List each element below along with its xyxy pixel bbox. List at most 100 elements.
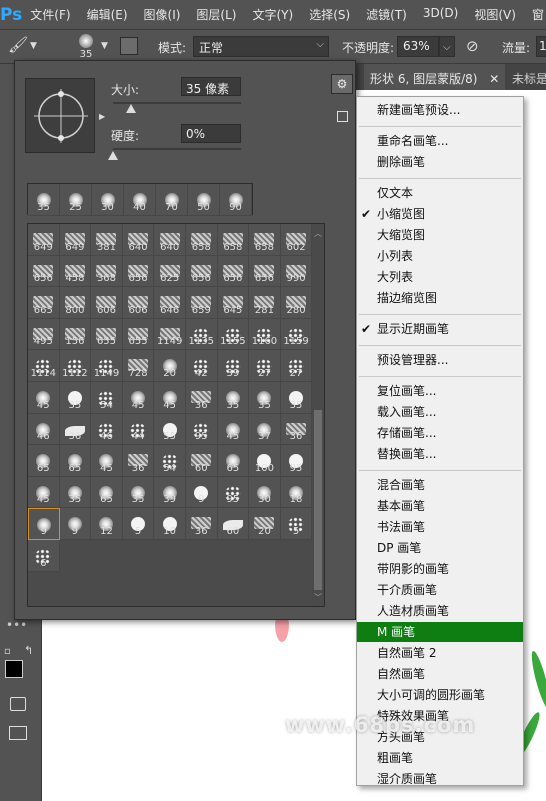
- brush-preset[interactable]: 45: [122, 381, 155, 414]
- brush-preset[interactable]: 5: [122, 508, 155, 540]
- brush-preset[interactable]: 45: [28, 381, 60, 414]
- brush-preset[interactable]: 39: [154, 476, 186, 509]
- menu-item[interactable]: 粗画笔: [357, 748, 523, 768]
- brush-preset[interactable]: 1149: [154, 318, 186, 351]
- menu-item[interactable]: ✔ 小缩览图: [357, 204, 523, 224]
- menu-item[interactable]: 仅文本: [357, 183, 523, 203]
- menu-4[interactable]: 文字(Y): [244, 6, 301, 23]
- size-input[interactable]: 35 像素: [181, 77, 241, 96]
- brush-preset[interactable]: 45: [91, 445, 123, 477]
- brush-preset[interactable]: 602: [280, 224, 313, 256]
- brush-preset[interactable]: 368: [91, 255, 123, 288]
- brush-preset[interactable]: 54: [91, 381, 123, 414]
- brush-preset[interactable]: 20: [249, 508, 281, 540]
- menu-item[interactable]: 重命名画笔...: [357, 131, 523, 151]
- brush-preset[interactable]: 35: [249, 381, 281, 414]
- brush-preset[interactable]: 46: [91, 413, 123, 446]
- brush-preset[interactable]: 458: [59, 255, 92, 288]
- brush-preset[interactable]: 606: [91, 287, 123, 319]
- close-icon[interactable]: ✕: [489, 72, 499, 86]
- menu-item[interactable]: ✔ 显示近期画笔: [357, 319, 523, 339]
- brush-preset[interactable]: 18: [280, 476, 313, 509]
- brush-preset[interactable]: 36: [280, 413, 313, 446]
- recent-brush[interactable]: 30: [92, 184, 124, 216]
- menu-5[interactable]: 选择(S): [301, 6, 358, 23]
- brush-preset[interactable]: 990: [280, 255, 313, 288]
- tab-current-document[interactable]: 形状 6, 图层蒙版/8) ✕: [364, 64, 506, 90]
- brush-preset[interactable]: 54: [154, 445, 186, 477]
- brush-preset[interactable]: 1149: [91, 350, 123, 382]
- brush-preset[interactable]: 728: [122, 350, 155, 382]
- menu-item[interactable]: 湿介质画笔: [357, 769, 523, 789]
- brush-preset[interactable]: 1112: [59, 350, 92, 382]
- brush-preset[interactable]: 30: [249, 476, 281, 509]
- brush-preset[interactable]: 655: [122, 318, 155, 351]
- hardness-slider-thumb[interactable]: [108, 151, 118, 160]
- scroll-thumb[interactable]: [314, 410, 322, 590]
- menu-7[interactable]: 3D(D): [415, 6, 466, 23]
- menu-item[interactable]: 大小可调的圆形画笔: [357, 685, 523, 705]
- brush-preset[interactable]: 649: [59, 224, 92, 256]
- brush-preset[interactable]: 645: [217, 287, 250, 319]
- menu-item[interactable]: 书法画笔: [357, 517, 523, 537]
- gear-icon[interactable]: ⚙: [331, 74, 353, 94]
- tool-preset-chevron-icon[interactable]: ▼: [30, 41, 37, 51]
- hardness-input[interactable]: 0%: [181, 124, 241, 143]
- brush-preset[interactable]: 10: [154, 508, 186, 540]
- brush-preset[interactable]: 65: [28, 445, 60, 477]
- brush-preset[interactable]: 1135: [185, 318, 218, 351]
- swap-colors-icon[interactable]: ↰: [24, 644, 33, 657]
- menu-item[interactable]: 基本画笔: [357, 496, 523, 516]
- menu-item[interactable]: DP 画笔: [357, 538, 523, 558]
- menu-item[interactable]: 替换画笔...: [357, 444, 523, 464]
- brush-preset[interactable]: 45: [217, 413, 250, 446]
- menu-8[interactable]: 视图(V): [466, 6, 524, 23]
- brush-preset[interactable]: 656: [28, 255, 60, 288]
- menu-item[interactable]: 描边缩览图: [357, 288, 523, 308]
- menu-1[interactable]: 编辑(E): [79, 6, 136, 23]
- brush-angle-preview[interactable]: [25, 78, 95, 153]
- brush-preset[interactable]: 42: [185, 350, 218, 382]
- brush-preset[interactable]: 281: [249, 287, 281, 319]
- new-preset-icon[interactable]: [337, 111, 348, 122]
- brush-preset[interactable]: 35: [59, 381, 92, 414]
- brush-preset[interactable]: 6: [28, 539, 60, 572]
- brush-preset[interactable]: 640: [154, 224, 186, 256]
- recent-brush[interactable]: 50: [188, 184, 220, 216]
- menu-item[interactable]: 新建画笔预设...: [357, 100, 523, 120]
- screen-mode-icon[interactable]: [9, 726, 27, 740]
- brush-preset[interactable]: 1155: [217, 318, 250, 351]
- menu-3[interactable]: 图层(L): [188, 6, 244, 23]
- brush-preset[interactable]: 35: [217, 381, 250, 414]
- flow-input[interactable]: 10: [536, 36, 546, 57]
- brush-preset[interactable]: 646: [154, 287, 186, 319]
- brush-preset[interactable]: 9: [28, 508, 60, 540]
- brush-preset[interactable]: 656: [185, 255, 218, 288]
- brush-preset[interactable]: 45: [154, 381, 186, 414]
- brush-panel-toggle-icon[interactable]: [120, 37, 138, 55]
- brush-preset[interactable]: 495: [28, 318, 60, 351]
- opacity-slider-button[interactable]: ⌵: [439, 36, 455, 57]
- menu-item[interactable]: 人造材质画笔: [357, 601, 523, 621]
- brush-preset[interactable]: 100: [249, 445, 281, 477]
- brush-preset[interactable]: 658: [249, 224, 281, 256]
- brush-preset[interactable]: 65: [59, 445, 92, 477]
- brush-preset[interactable]: 95: [185, 413, 218, 446]
- brush-preset[interactable]: 12: [91, 508, 123, 540]
- brush-preset[interactable]: 36: [59, 413, 92, 446]
- brush-preset[interactable]: 35: [59, 476, 92, 509]
- pressure-opacity-icon[interactable]: ⊘: [466, 37, 479, 55]
- recent-brush[interactable]: 70: [156, 184, 188, 216]
- brush-preset[interactable]: 656: [122, 255, 155, 288]
- brush-preset[interactable]: 44: [122, 413, 155, 446]
- brush-preset[interactable]: 1159: [280, 318, 313, 351]
- scroll-up-icon[interactable]: ︿: [313, 230, 323, 238]
- mode-select[interactable]: 正常 ⌵: [193, 36, 329, 57]
- menu-9[interactable]: 窗: [524, 6, 546, 23]
- brush-preset[interactable]: 655: [91, 318, 123, 351]
- brush-preset[interactable]: 27: [280, 350, 313, 382]
- scroll-down-icon[interactable]: ﹀: [313, 594, 323, 602]
- brush-preset[interactable]: 658: [217, 224, 250, 256]
- menu-item[interactable]: 自然画笔 2: [357, 643, 523, 663]
- brush-preset[interactable]: 656: [249, 255, 281, 288]
